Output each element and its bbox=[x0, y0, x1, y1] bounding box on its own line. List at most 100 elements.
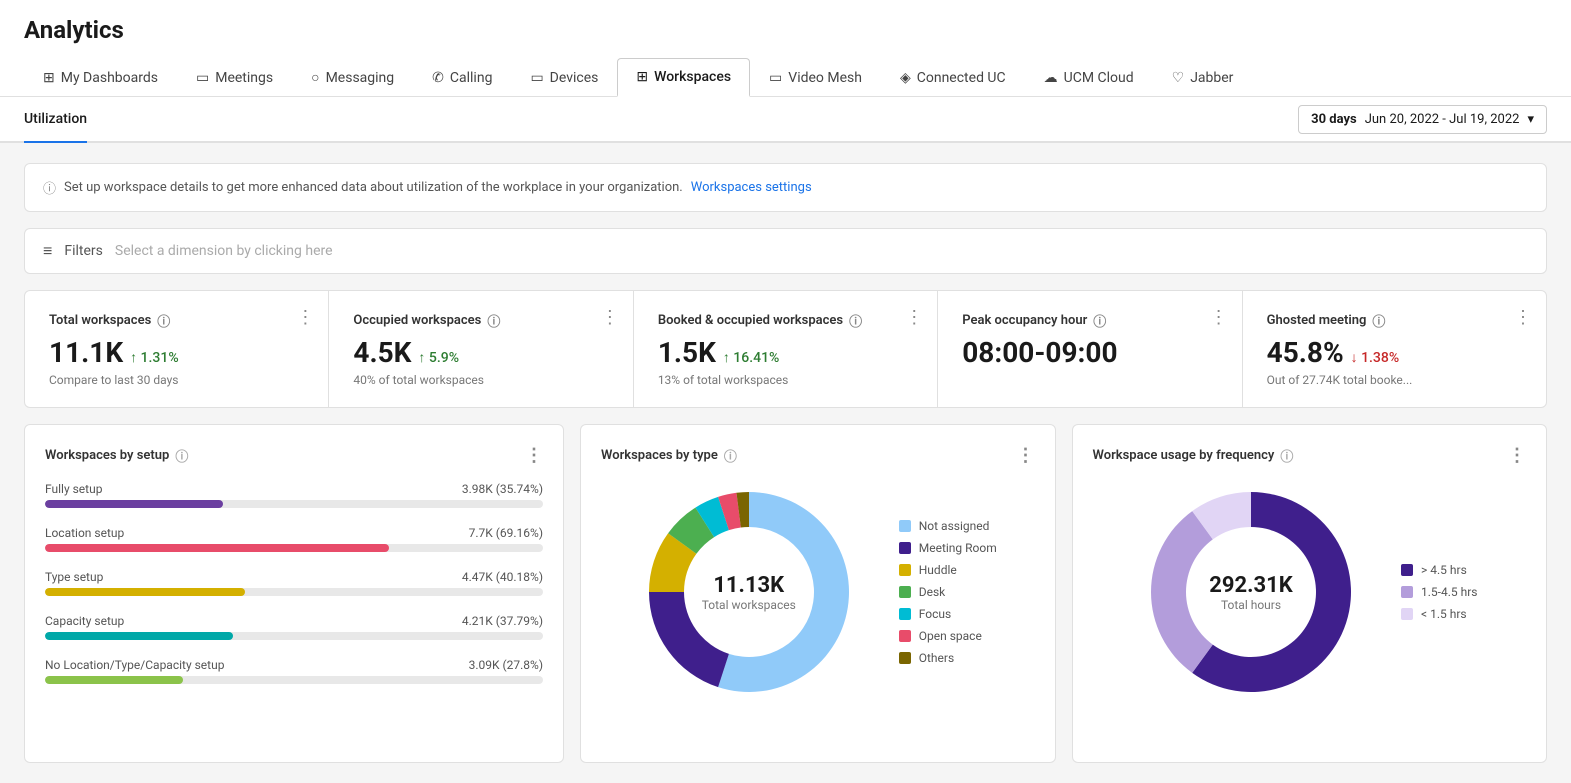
metric-trend-1: ↑ 5.9% bbox=[418, 350, 459, 366]
metric-info-icon-2: ⓘ bbox=[849, 311, 862, 330]
setup-item-header-1: Location setup 7.7K (69.16%) bbox=[45, 526, 543, 540]
workspaces-settings-link[interactable]: Workspaces settings bbox=[691, 180, 812, 195]
metric-label-1: Occupied workspaces ⓘ bbox=[353, 311, 608, 330]
legend-dot-2 bbox=[1401, 608, 1413, 620]
workspaces-by-setup-title: Workspaces by setup ⓘ ⋮ bbox=[45, 445, 543, 466]
legend-label-2: < 1.5 hrs bbox=[1421, 607, 1467, 621]
tab-icon-workspaces: ⊞ bbox=[636, 69, 648, 85]
nav-tab-messaging[interactable]: ○Messaging bbox=[292, 58, 413, 96]
metric-label-3: Peak occupancy hour ⓘ bbox=[962, 311, 1217, 330]
setup-item-label-2: Type setup bbox=[45, 570, 103, 584]
date-selector[interactable]: 30 days Jun 20, 2022 - Jul 19, 2022 ▾ bbox=[1298, 105, 1547, 134]
days-badge: 30 days bbox=[1311, 112, 1357, 127]
tab-icon-calling: ✆ bbox=[432, 70, 444, 86]
nav-tab-meetings[interactable]: ▭ Meetings bbox=[177, 58, 292, 96]
legend-dot-6 bbox=[899, 652, 911, 664]
metric-value-2: 1.5K ↑ 16.41% bbox=[658, 336, 913, 369]
legend-dot-4 bbox=[899, 608, 911, 620]
donut-type-label: Total workspaces bbox=[702, 598, 796, 612]
setup-bar-fill-2 bbox=[45, 588, 245, 596]
metric-more-4[interactable]: ⋮ bbox=[1514, 307, 1534, 328]
nav-tab-my-dashboards[interactable]: ⊞My Dashboards bbox=[24, 58, 177, 96]
setup-item-2: Type setup 4.47K (40.18%) bbox=[45, 570, 543, 596]
donut-chart-freq: 292.31K Total hours bbox=[1141, 482, 1361, 702]
metric-value-3: 08:00-09:00 bbox=[962, 336, 1217, 369]
workspaces-by-type-title: Workspaces by type ⓘ ⋮ bbox=[601, 445, 1035, 466]
legend-label-5: Open space bbox=[919, 629, 982, 643]
donut-container-freq: 292.31K Total hours > 4.5 hrs 1.5-4.5 hr… bbox=[1093, 482, 1527, 702]
donut-container-type: 11.13K Total workspaces Not assigned Mee… bbox=[601, 482, 1035, 702]
metric-more-1[interactable]: ⋮ bbox=[601, 307, 621, 328]
metric-info-icon-3: ⓘ bbox=[1093, 311, 1106, 330]
chart-more-icon-2[interactable]: ⋮ bbox=[1017, 445, 1035, 466]
legend-item-2: Huddle bbox=[899, 563, 997, 577]
main-content: ⓘ Set up workspace details to get more e… bbox=[0, 143, 1571, 783]
donut-freq-label: Total hours bbox=[1209, 598, 1292, 612]
metric-more-2[interactable]: ⋮ bbox=[905, 307, 925, 328]
chart-more-icon[interactable]: ⋮ bbox=[525, 445, 543, 466]
nav-tabs: ⊞My Dashboards ▭ Meetings ○Messaging✆Callin… bbox=[24, 58, 1547, 96]
setup-item-3: Capacity setup 4.21K (37.79%) bbox=[45, 614, 543, 640]
legend-item-0: Not assigned bbox=[899, 519, 997, 533]
tab-icon-connected-uc: ◈ bbox=[900, 70, 911, 86]
setup-bar-track-3 bbox=[45, 632, 543, 640]
tab-icon-my-dashboards: ⊞ bbox=[43, 70, 55, 86]
setup-item-0: Fully setup 3.98K (35.74%) bbox=[45, 482, 543, 508]
nav-tab-connected-uc[interactable]: ◈Connected UC bbox=[881, 58, 1025, 96]
tab-label-devices: Devices bbox=[550, 70, 599, 86]
legend-label-2: Huddle bbox=[919, 563, 957, 577]
nav-tab-jabber[interactable]: ♡Jabber bbox=[1153, 58, 1253, 96]
metric-label-4: Ghosted meeting ⓘ bbox=[1267, 311, 1522, 330]
metric-more-0[interactable]: ⋮ bbox=[296, 307, 316, 328]
tab-label-video-mesh: Video Mesh bbox=[788, 70, 862, 86]
legend-item-1: Meeting Room bbox=[899, 541, 997, 555]
info-icon-3: ⓘ bbox=[1280, 446, 1293, 465]
tab-label-meetings: Meetings bbox=[215, 70, 273, 86]
setup-item-header-2: Type setup 4.47K (40.18%) bbox=[45, 570, 543, 584]
legend-dot-0 bbox=[899, 520, 911, 532]
legend-label-0: > 4.5 hrs bbox=[1421, 563, 1467, 577]
workspaces-by-type-card: Workspaces by type ⓘ ⋮ 11.13K Total work… bbox=[580, 424, 1056, 763]
metric-trend-2: ↑ 16.41% bbox=[723, 350, 780, 366]
tab-icon-ucm-cloud: ☁ bbox=[1044, 70, 1058, 86]
workspaces-by-setup-card: Workspaces by setup ⓘ ⋮ Fully setup 3.98… bbox=[24, 424, 564, 763]
donut-chart-type: 11.13K Total workspaces bbox=[639, 482, 859, 702]
metric-value-4: 45.8% ↓ 1.38% bbox=[1267, 336, 1522, 369]
metric-card-4: Ghosted meeting ⓘ 45.8% ↓ 1.38% Out of 2… bbox=[1243, 291, 1546, 407]
setup-item-value-3: 4.21K (37.79%) bbox=[462, 614, 543, 628]
filters-label: Filters bbox=[64, 243, 103, 259]
filters-bar[interactable]: ≡ Filters Select a dimension by clicking… bbox=[24, 228, 1547, 274]
legend-dot-0 bbox=[1401, 564, 1413, 576]
legend-dot-2 bbox=[899, 564, 911, 576]
metric-value-1: 4.5K ↑ 5.9% bbox=[353, 336, 608, 369]
setup-bar-fill-0 bbox=[45, 500, 223, 508]
legend-item-6: Others bbox=[899, 651, 997, 665]
nav-tab-devices[interactable]: ▭Devices bbox=[511, 58, 617, 96]
tab-icon-meetings: ▭ bbox=[196, 70, 209, 86]
nav-tab-calling[interactable]: ✆Calling bbox=[413, 58, 511, 96]
type-legend: Not assigned Meeting Room Huddle Desk Fo… bbox=[899, 519, 997, 665]
nav-tab-video-mesh[interactable]: ▭Video Mesh bbox=[750, 58, 881, 96]
setup-bar-track-4 bbox=[45, 676, 543, 684]
tab-label-ucm-cloud: UCM Cloud bbox=[1064, 70, 1134, 86]
filter-icon: ≡ bbox=[43, 241, 52, 261]
setup-item-label-3: Capacity setup bbox=[45, 614, 124, 628]
legend-item-1: 1.5-4.5 hrs bbox=[1401, 585, 1477, 599]
metric-more-3[interactable]: ⋮ bbox=[1210, 307, 1230, 328]
tab-label-workspaces: Workspaces bbox=[654, 69, 731, 85]
legend-label-4: Focus bbox=[919, 607, 951, 621]
utilization-tab[interactable]: Utilization bbox=[24, 97, 87, 143]
page-title: Analytics bbox=[24, 16, 1547, 44]
metric-sub-1: 40% of total workspaces bbox=[353, 373, 608, 387]
setup-list: Fully setup 3.98K (35.74%) Location setu… bbox=[45, 482, 543, 742]
metric-value-0: 11.1K ↑ 1.31% bbox=[49, 336, 304, 369]
workspace-usage-title: Workspace usage by frequency ⓘ ⋮ bbox=[1093, 445, 1527, 466]
nav-tab-ucm-cloud[interactable]: ☁ UCM Cloud bbox=[1025, 58, 1153, 96]
chart-more-icon-3[interactable]: ⋮ bbox=[1508, 445, 1526, 466]
legend-dot-1 bbox=[899, 542, 911, 554]
setup-bar-track-2 bbox=[45, 588, 543, 596]
setup-bar-track-1 bbox=[45, 544, 543, 552]
setup-item-1: Location setup 7.7K (69.16%) bbox=[45, 526, 543, 552]
nav-tab-workspaces[interactable]: ⊞ Workspaces bbox=[617, 58, 750, 97]
tab-label-jabber: Jabber bbox=[1190, 70, 1233, 86]
